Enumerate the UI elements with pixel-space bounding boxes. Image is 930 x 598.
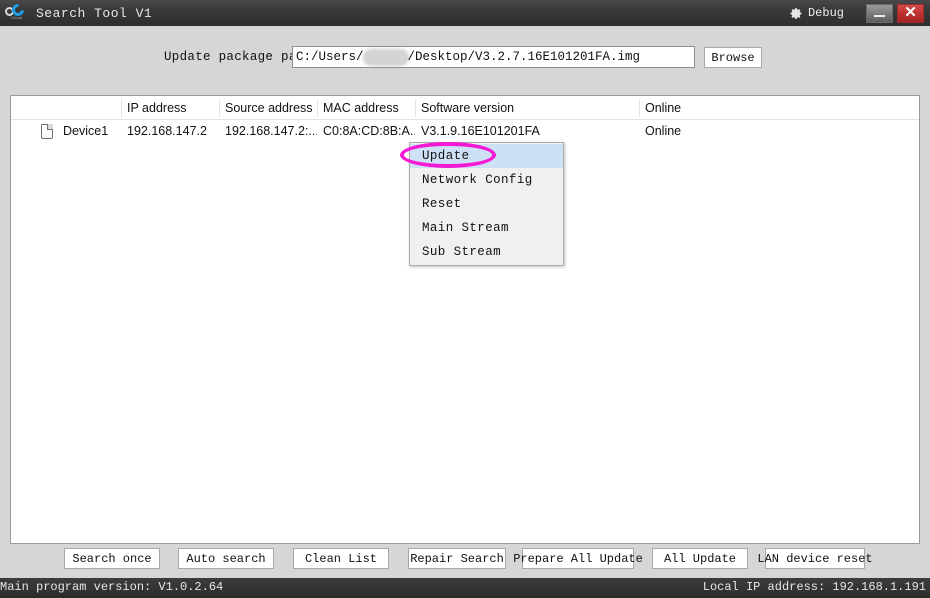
all-update-button[interactable]: All Update [652,548,748,569]
column-header-ip-address[interactable]: IP address [121,96,219,120]
context-menu-item-network-config[interactable]: Network Config [410,168,563,192]
repair-search-button[interactable]: Repair Search [408,548,506,569]
cell-device-name: Device1 [63,124,109,138]
prepare-all-update-button[interactable]: Prepare All Update [513,548,643,569]
local-ip-address-label: Local IP address: 192.168.1.191 [702,580,926,594]
cell-online-status: Online [645,124,682,138]
path-prefix: C:/Users/ [296,50,364,64]
clean-list-button[interactable]: Clean List [293,548,389,569]
status-bar: Main program version: V1.0.2.64 Local IP… [0,578,930,598]
table-header-row: IP address Source address MAC address So… [11,96,919,120]
context-menu-item-reset[interactable]: Reset [410,192,563,216]
column-header-online[interactable]: Online [639,96,921,120]
table-row[interactable]: Device1 192.168.147.2 192.168.147.2:... … [11,120,919,143]
minimize-button[interactable] [866,3,893,23]
device-context-menu: Update Network Config Reset Main Stream … [409,142,564,266]
minimize-icon [874,15,885,17]
column-header-software-version[interactable]: Software version [415,96,639,120]
redacted-username-blur [364,50,407,64]
document-icon [41,124,53,139]
path-suffix: /Desktop/V3.2.7.16E101201FA.img [407,50,641,64]
cell-software-version: V3.1.9.16E101201FA [421,124,540,138]
close-button[interactable]: ✕ [897,3,924,23]
column-header-mac-address[interactable]: MAC address [317,96,415,120]
oc-cloud-logo-icon: Cloud [4,1,30,24]
gear-icon [790,7,803,20]
search-once-button[interactable]: Search once [64,548,160,569]
logo-sub-label: Cloud [11,15,23,20]
app-title: Search Tool V1 [36,5,153,21]
cell-ip-address: 192.168.147.2 [127,124,207,138]
action-button-bar: Search once Auto search Clean List Repai… [0,548,930,569]
update-package-path-input[interactable]: C:/Users/ /Desktop/V3.2.7.16E101201FA.im… [292,46,695,68]
main-program-version-label: Main program version: V1.0.2.64 [0,580,224,594]
debug-label: Debug [807,6,844,20]
lan-device-reset-button[interactable]: LAN device reset [757,548,873,569]
cell-source-address: 192.168.147.2:... [225,124,317,138]
context-menu-item-main-stream[interactable]: Main Stream [410,216,563,240]
debug-button[interactable]: Debug [790,6,844,20]
title-bar: Cloud Search Tool V1 Debug ✕ [0,0,930,26]
context-menu-item-sub-stream[interactable]: Sub Stream [410,240,563,264]
auto-search-button[interactable]: Auto search [178,548,274,569]
close-icon: ✕ [904,4,917,21]
context-menu-item-update[interactable]: Update [410,144,563,168]
cell-mac-address: C0:8A:CD:8B:A... [323,124,415,138]
column-header-source-address[interactable]: Source address [219,96,317,120]
browse-button[interactable]: Browse [704,47,762,68]
